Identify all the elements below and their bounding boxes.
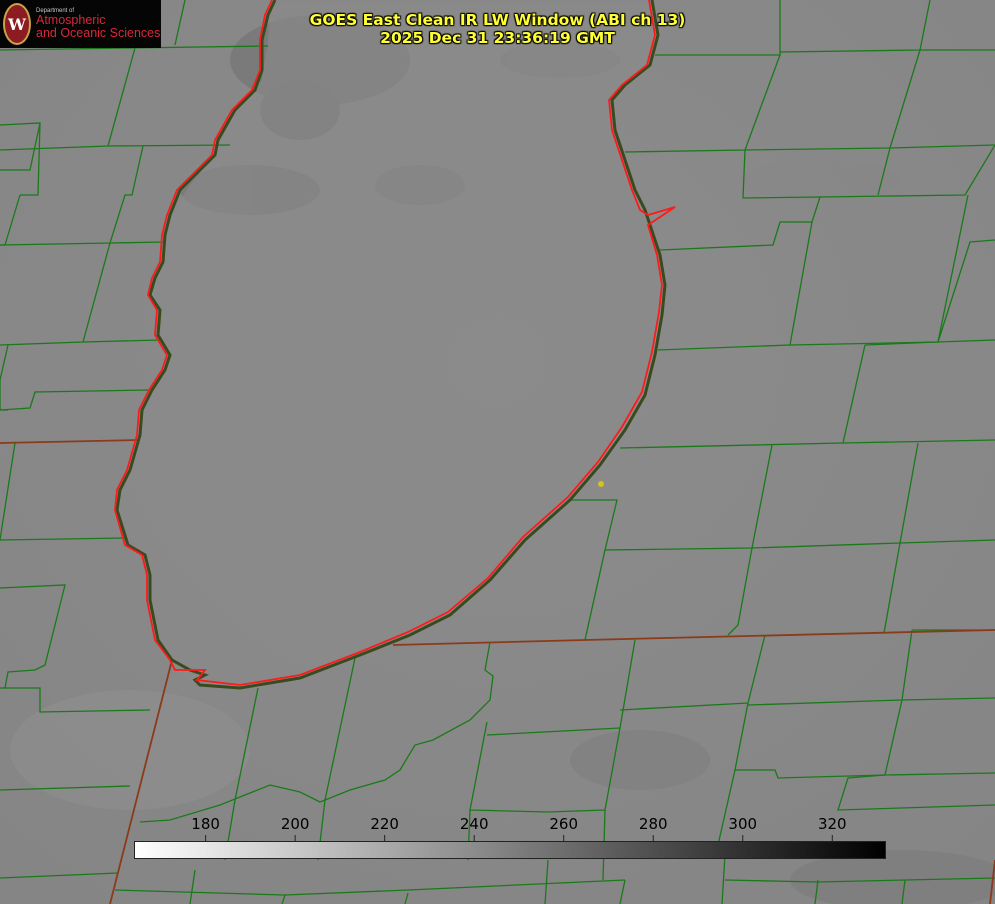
colorbar-tick-label: 180 [191,815,220,833]
image-timestamp: 2025 Dec 31 23:36:19 GMT [380,29,615,47]
colorbar-tick-label: 300 [728,815,758,833]
colorbar-tick-label: 220 [370,815,399,833]
satellite-map [0,0,995,904]
colorbar-tick-label: 320 [817,815,847,833]
colorbar-tick-label: 200 [280,815,310,833]
colorbar-tick-label: 260 [549,815,579,833]
image-title: GOES East Clean IR LW Window (ABI ch 13) [309,11,686,29]
location-marker [598,481,604,487]
colorbar-tick-label: 240 [459,815,489,833]
colorbar-tick-label: 280 [638,815,668,833]
colorbar [134,841,886,859]
